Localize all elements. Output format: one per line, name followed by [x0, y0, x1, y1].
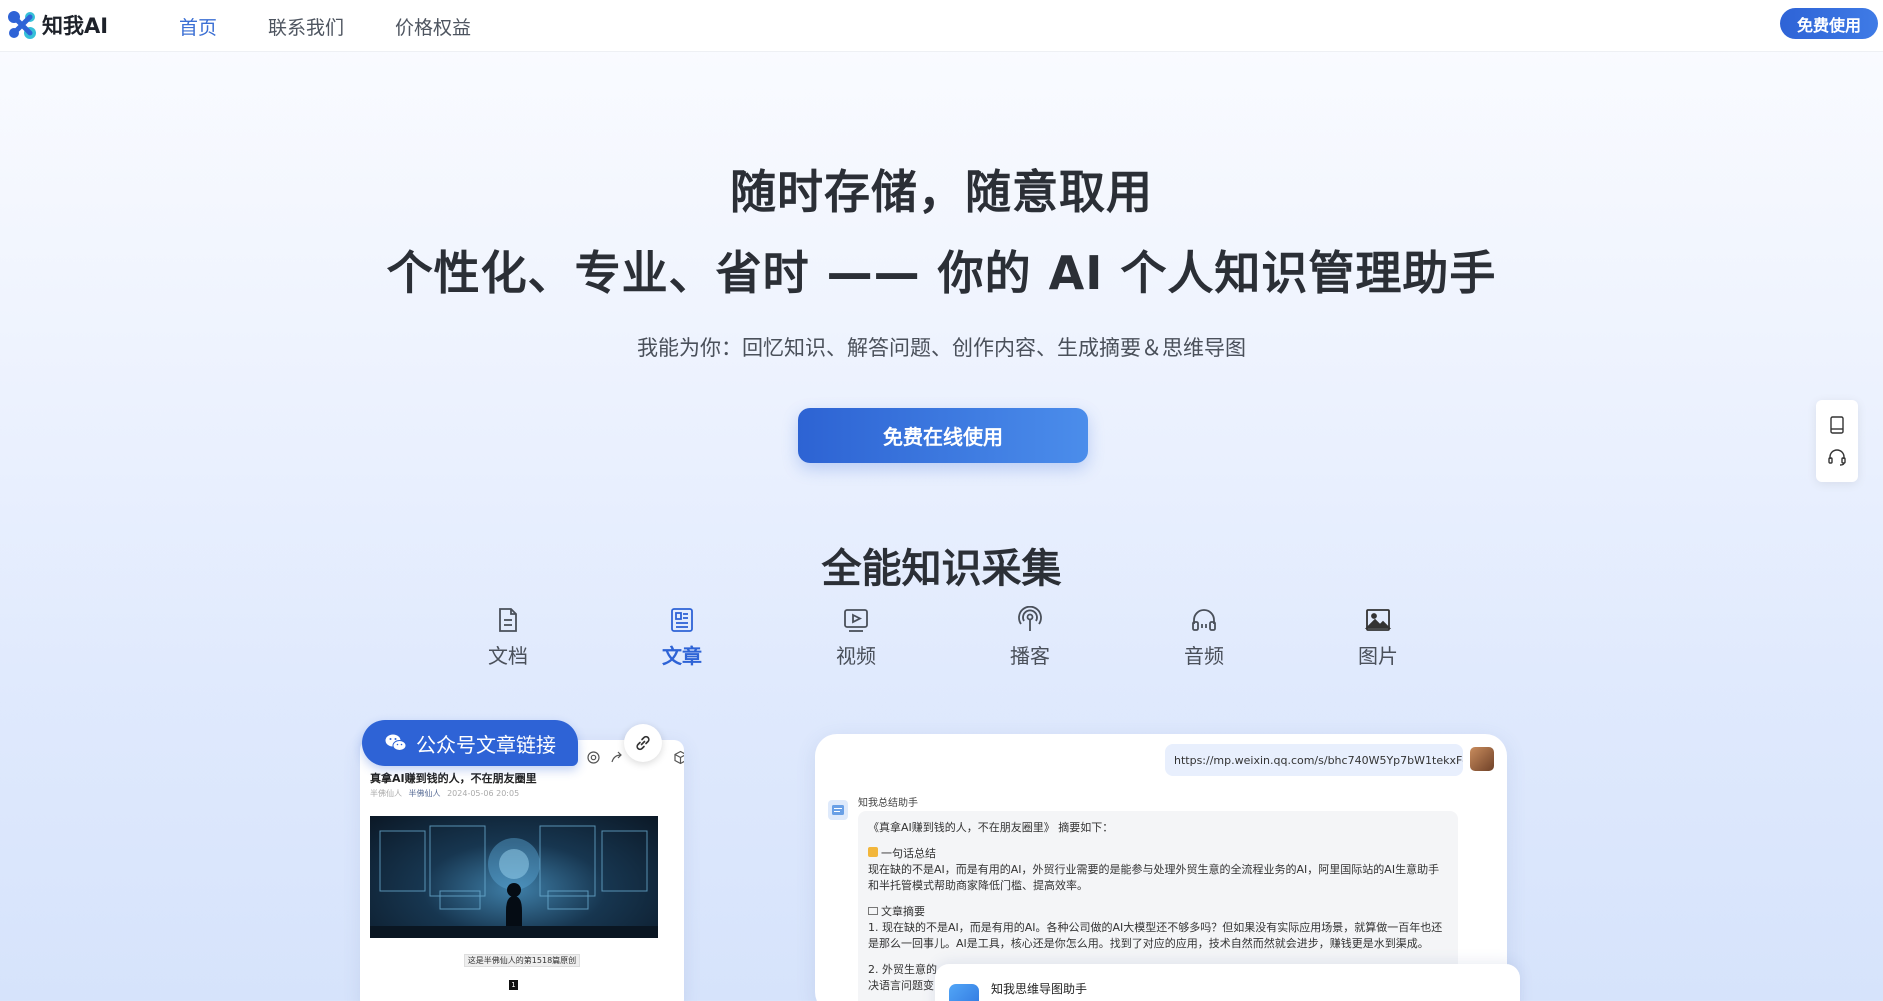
article-cover-image	[370, 816, 658, 938]
wechat-icon	[385, 734, 407, 751]
tab-audio[interactable]: 音频	[1154, 606, 1254, 669]
section-title: 全能知识采集	[821, 546, 1062, 592]
free-use-button[interactable]: 免费使用	[1780, 8, 1878, 39]
summary-bot-icon	[832, 805, 844, 815]
summary-point-1: 1. 现在缺的不是AI，而是有用的AI。各种公司做的AI大模型还不够多吗？但如果…	[868, 921, 1443, 950]
wechat-article-link-pill: 公众号文章链接	[362, 720, 578, 766]
article-date: 2024-05-06 20:05	[447, 789, 520, 798]
tab-article-label: 文章	[662, 644, 702, 668]
tab-image[interactable]: 图片	[1328, 606, 1428, 669]
headphones-icon	[1192, 609, 1216, 631]
link-icon	[636, 735, 650, 751]
podcast-icon	[1018, 606, 1042, 631]
cube-icon[interactable]	[673, 750, 684, 765]
tablet-icon[interactable]	[1827, 415, 1847, 435]
mindmap-title: 知我思维导图助手	[991, 982, 1088, 996]
tab-audio-label: 音频	[1184, 644, 1224, 668]
article-author-link[interactable]: 半佛仙人	[409, 789, 441, 798]
summary-intro: 《真拿AI赚到钱的人，不在朋友圈里》 摘要如下：	[868, 821, 1114, 834]
article-caption: 这是半佛仙人的第1518篇原创	[360, 954, 684, 967]
main-nav: 首页 联系我们 价格权益	[179, 0, 522, 52]
document-icon	[499, 608, 517, 632]
share-icon[interactable]	[610, 750, 625, 765]
mindmap-assistant-card[interactable]: 知我思维导图助手	[935, 964, 1520, 1001]
tab-document[interactable]: 文档	[458, 606, 558, 669]
article-meta: 半佛仙人 半佛仙人 2024-05-06 20:05	[370, 788, 519, 799]
bot-name: 知我总结助手	[858, 798, 918, 809]
tab-video-label: 视频	[836, 644, 876, 668]
free-online-use-button[interactable]: 免费在线使用	[798, 408, 1088, 463]
image-icon	[1364, 609, 1392, 631]
chat-demo-card: https://mp.weixin.qq.com/s/bhc740W5Yp7bW…	[815, 734, 1507, 1001]
tab-podcast-label: 播客	[1010, 644, 1050, 668]
cover-illustration	[370, 825, 658, 938]
summary-heading: 文章摘要	[868, 904, 1448, 920]
wechat-pill-label: 公众号文章链接	[416, 732, 556, 757]
user-url-message: https://mp.weixin.qq.com/s/bhc740W5Yp7bW…	[1165, 744, 1463, 776]
nav-contact[interactable]: 联系我们	[268, 13, 344, 40]
tab-article[interactable]: 文章	[632, 606, 732, 669]
article-caption-text: 这是半佛仙人的第1518篇原创	[463, 954, 581, 967]
logo-mark-icon	[8, 11, 36, 39]
article-preview-card: 真拿AI赚到钱的人，不在朋友圈里 半佛仙人 半佛仙人 2024-05-06 20…	[360, 740, 684, 1001]
mindmap-icon	[949, 984, 979, 1001]
settings-icon[interactable]	[586, 750, 601, 765]
article-page-number: 1	[509, 980, 518, 990]
hero-title-line1: 随时存储，随意取用	[730, 165, 1153, 219]
bot-avatar	[828, 800, 848, 820]
tab-document-label: 文档	[488, 644, 528, 668]
top-navbar: 知我AI 首页 联系我们 价格权益 免费使用	[0, 0, 1883, 52]
category-tabs: 文档 文章 视频 播客 音频 图片	[458, 606, 1418, 676]
tab-video[interactable]: 视频	[806, 606, 906, 669]
nav-pricing[interactable]: 价格权益	[395, 13, 471, 40]
one-line-body: 现在缺的不是AI，而是有用的AI，外贸行业需要的是能参与处理外贸生意的全流程业务…	[868, 863, 1440, 892]
article-icon	[671, 608, 693, 632]
link-button[interactable]	[624, 724, 662, 762]
logo-text: 知我AI	[42, 14, 109, 38]
tab-image-label: 图片	[1358, 644, 1398, 668]
one-line-heading: 一句话总结	[868, 846, 1448, 862]
article-title: 真拿AI赚到钱的人，不在朋友圈里	[370, 772, 537, 785]
nav-home[interactable]: 首页	[179, 13, 217, 40]
floating-side-tools	[1816, 400, 1858, 482]
hero-subtitle: 我能为你：回忆知识、解答问题、创作内容、生成摘要＆思维导图	[637, 336, 1246, 360]
logo[interactable]: 知我AI	[6, 9, 108, 41]
bulb-icon	[868, 847, 878, 857]
tab-podcast[interactable]: 播客	[980, 606, 1080, 669]
user-avatar	[1470, 747, 1494, 771]
article-meta-prefix: 半佛仙人	[370, 789, 402, 798]
video-icon	[844, 609, 868, 632]
book-icon	[868, 907, 878, 915]
headset-icon[interactable]	[1827, 447, 1847, 467]
hero-title-line2: 个性化、专业、省时 —— 你的 AI 个人知识管理助手	[386, 246, 1497, 300]
